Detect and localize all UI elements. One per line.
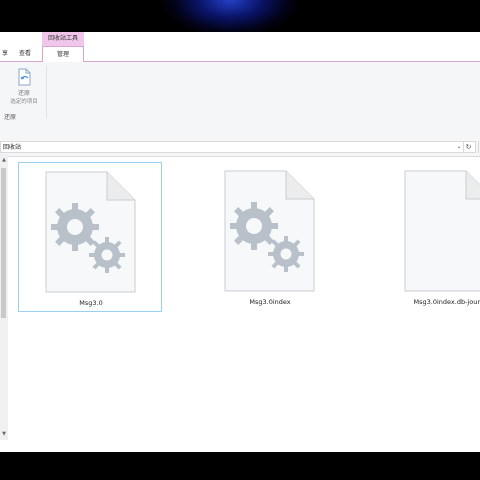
address-bar[interactable]: 回收站 ⌄ ↻ bbox=[0, 141, 476, 153]
refresh-icon[interactable]: ↻ bbox=[463, 142, 473, 152]
desktop-taskbar-area bbox=[0, 452, 480, 480]
file-name: Msg3.0 bbox=[79, 299, 103, 307]
scroll-thumb[interactable] bbox=[1, 168, 6, 318]
tab-manage[interactable]: 管理 bbox=[42, 46, 84, 62]
restore-selected-items-button[interactable]: 还原 选定的项目 bbox=[4, 65, 44, 111]
vertical-scrollbar[interactable]: ▲ ▼ bbox=[0, 154, 8, 440]
restore-sublabel: 选定的项目 bbox=[10, 99, 38, 105]
blank-file-icon bbox=[404, 170, 480, 292]
restore-icon bbox=[16, 67, 32, 91]
scroll-up-arrow-icon[interactable]: ▲ bbox=[0, 156, 8, 164]
tab-view[interactable]: 查看 bbox=[12, 46, 38, 62]
context-tab-title: 回收站工具 bbox=[42, 32, 84, 46]
address-path: 回收站 bbox=[3, 144, 22, 151]
ribbon-separator bbox=[46, 66, 47, 118]
file-item[interactable]: Msg3.0index bbox=[198, 162, 342, 312]
tab-share[interactable]: 享 bbox=[0, 46, 10, 62]
chevron-down-icon[interactable]: ⌄ bbox=[455, 142, 463, 152]
file-name: Msg3.0index.db-jour bbox=[413, 298, 480, 306]
file-name: Msg3.0index bbox=[249, 298, 291, 306]
file-item[interactable]: Msg3.0 bbox=[18, 162, 162, 312]
file-item[interactable]: Msg3.0index.db-jour bbox=[378, 162, 480, 312]
ribbon-group-label: 还原 bbox=[4, 114, 17, 121]
restore-label: 还原 bbox=[17, 90, 30, 97]
explorer-window: 回收站工具 享 查看 管理 还原 选定的项目 还原 回收站 ⌄ ↻ ▲ ▼ Ms… bbox=[0, 32, 480, 452]
system-file-gear-icon bbox=[45, 171, 137, 293]
scroll-down-arrow-icon[interactable]: ▼ bbox=[0, 430, 8, 438]
system-file-gear-icon bbox=[224, 170, 316, 292]
